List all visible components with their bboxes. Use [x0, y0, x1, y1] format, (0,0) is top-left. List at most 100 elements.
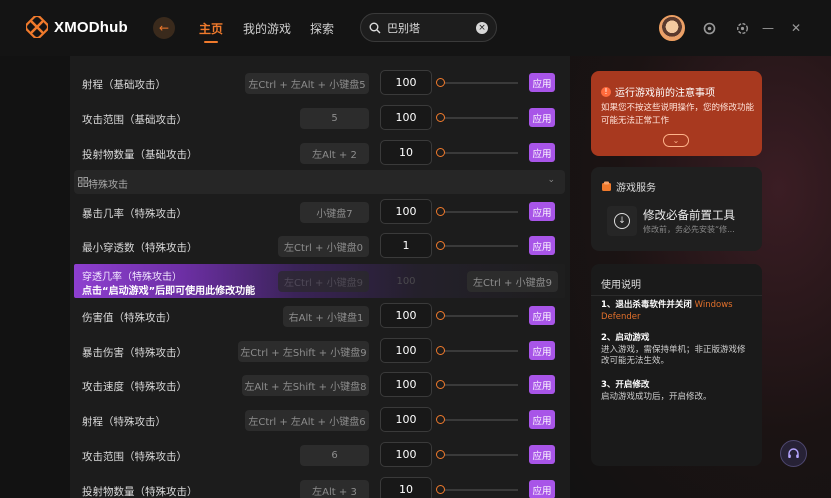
warning-title: 运行游戏前的注意事项 [615, 88, 715, 99]
arrow-left-icon: ← [158, 21, 170, 35]
settings-icon[interactable] [734, 20, 750, 36]
hotkey-badge[interactable]: 6 [300, 445, 369, 466]
launch-required-notice: 穿透几率（特殊攻击） 点击“启动游戏”后即可使用此修改功能 左Ctrl + 小键… [74, 264, 565, 298]
mod-row: 攻击范围（基础攻击） 5 100 应用 [70, 102, 568, 136]
search-input[interactable] [387, 21, 467, 34]
apply-button[interactable]: 应用 [529, 480, 555, 498]
app-logo[interactable]: XMODhub [26, 16, 128, 38]
value-slider[interactable] [436, 380, 518, 389]
nav-explore[interactable]: 探索 [310, 20, 334, 37]
value-slider[interactable] [436, 415, 518, 424]
slider-knob[interactable] [436, 113, 445, 122]
apply-button[interactable]: 应用 [529, 410, 555, 429]
slider-knob[interactable] [436, 346, 445, 355]
tool-item-icon[interactable]: ↓ [607, 206, 637, 236]
mod-label: 攻击速度（特殊攻击） [82, 381, 187, 393]
apply-button[interactable]: 应用 [529, 202, 555, 221]
slider-knob[interactable] [436, 241, 445, 250]
tool-item-title[interactable]: 修改必备前置工具 [643, 207, 735, 223]
apply-button[interactable]: 应用 [529, 73, 555, 92]
value-input[interactable]: 100 [380, 105, 432, 130]
slider-knob[interactable] [436, 415, 445, 424]
apply-button[interactable]: 应用 [529, 143, 555, 162]
apply-button[interactable]: 应用 [529, 445, 555, 464]
box-icon [602, 181, 611, 191]
clear-search-icon[interactable]: × [476, 21, 488, 34]
value-input[interactable]: 100 [380, 70, 432, 95]
value-input[interactable]: 100 [380, 442, 432, 467]
hotkey-badge[interactable]: 小键盘7 [300, 202, 369, 223]
value-slider[interactable] [436, 78, 518, 87]
minimize-icon[interactable]: — [760, 20, 776, 36]
hotkey-badge[interactable]: 左Ctrl + 左Alt + 小键盘6 [245, 410, 369, 431]
slider-knob[interactable] [436, 207, 445, 216]
apply-button[interactable]: 应用 [529, 375, 555, 394]
value-slider[interactable] [436, 113, 518, 122]
mod-label: 攻击范围（基础攻击） [82, 114, 187, 126]
mod-row: 投射物数量（基础攻击） 左Alt + 2 10 应用 [70, 137, 568, 171]
hotkey-badge[interactable]: 左Ctrl + 小键盘9 [467, 271, 558, 292]
nav-my-games[interactable]: 我的游戏 [243, 20, 291, 37]
service-title: 游戏服务 [616, 183, 656, 194]
slider-knob[interactable] [436, 78, 445, 87]
value-input[interactable]: 100 [380, 199, 432, 224]
apply-button[interactable]: 应用 [529, 341, 555, 360]
hotkey-badge-disabled: 左Ctrl + 小键盘9 [278, 271, 369, 292]
mod-row: 攻击范围（特殊攻击） 6 100 应用 [70, 439, 568, 473]
hotkey-badge[interactable]: 左Alt + 2 [300, 143, 369, 164]
back-button[interactable]: ← [153, 17, 175, 39]
apply-button[interactable]: 应用 [529, 306, 555, 325]
chevron-down-icon[interactable]: ⌄ [547, 175, 555, 185]
step-2-body: 进入游戏，需保持单机；非正版游戏修改可能无法生效。 [601, 344, 746, 367]
slider-knob[interactable] [436, 148, 445, 157]
value-input[interactable]: 100 [380, 372, 432, 397]
download-icon: ↓ [614, 213, 630, 229]
close-icon[interactable]: ✕ [788, 20, 804, 36]
support-headset-icon[interactable] [780, 440, 807, 467]
slider-knob[interactable] [436, 380, 445, 389]
guide-title: 使用说明 [601, 280, 641, 291]
value-slider[interactable] [436, 148, 518, 157]
slider-knob[interactable] [436, 485, 445, 494]
warning-body: 如果您不按这些说明操作，您的修改功能可能无法正常工作 [601, 103, 755, 126]
hotkey-badge[interactable]: 5 [300, 108, 369, 129]
value-input[interactable]: 1 [380, 233, 432, 258]
hotkey-badge[interactable]: 左Ctrl + 小键盘0 [278, 236, 369, 257]
search-icon [369, 22, 381, 33]
mod-label: 投射物数量（基础攻击） [82, 149, 198, 161]
notification-icon[interactable] [701, 20, 717, 36]
section-header-special-attack[interactable]: 特殊攻击 ⌄ [74, 170, 565, 194]
hotkey-badge[interactable]: 右Alt + 小键盘1 [283, 306, 369, 327]
hotkey-badge[interactable]: 左Ctrl + 左Alt + 小键盘5 [245, 73, 369, 94]
value-slider[interactable] [436, 346, 518, 355]
launch-hint: 点击“启动游戏”后即可使用此修改功能 [82, 286, 256, 297]
search-box[interactable]: × [360, 13, 497, 42]
value-slider[interactable] [436, 311, 518, 320]
value-input[interactable]: 10 [380, 477, 432, 498]
value-slider[interactable] [436, 241, 518, 250]
value-slider[interactable] [436, 485, 518, 494]
top-bar: XMODhub ← 主页 我的游戏 探索 × — ✕ [0, 0, 831, 56]
hotkey-badge[interactable]: 左Alt + 左Shift + 小键盘8 [242, 375, 369, 396]
value-input[interactable]: 10 [380, 140, 432, 165]
apply-button[interactable]: 应用 [529, 108, 555, 127]
nav-home[interactable]: 主页 [199, 20, 223, 43]
value-slider[interactable] [436, 207, 518, 216]
slider-knob[interactable] [436, 450, 445, 459]
value-input[interactable]: 100 [380, 303, 432, 328]
section-title: 特殊攻击 [88, 180, 128, 191]
expand-button[interactable]: ⌄ [663, 134, 689, 147]
value-input[interactable]: 100 [380, 338, 432, 363]
usage-guide-card: 使用说明 1、退出杀毒软件并关闭 Windows Defender 2、启动游戏… [591, 264, 762, 466]
apply-button[interactable]: 应用 [529, 236, 555, 255]
value-slider[interactable] [436, 450, 518, 459]
user-avatar[interactable] [659, 15, 685, 41]
value-input[interactable]: 100 [380, 407, 432, 432]
guide-step-1: 1、退出杀毒软件并关闭 Windows Defender [601, 300, 753, 323]
mod-label: 投射物数量（特殊攻击） [82, 486, 198, 498]
hotkey-badge[interactable]: 左Ctrl + 左Shift + 小键盘9 [238, 341, 369, 362]
hotkey-badge[interactable]: 左Alt + 3 [300, 480, 369, 498]
mod-label: 射程（特殊攻击） [82, 416, 166, 428]
slider-knob[interactable] [436, 311, 445, 320]
mod-label: 射程（基础攻击） [82, 79, 166, 91]
